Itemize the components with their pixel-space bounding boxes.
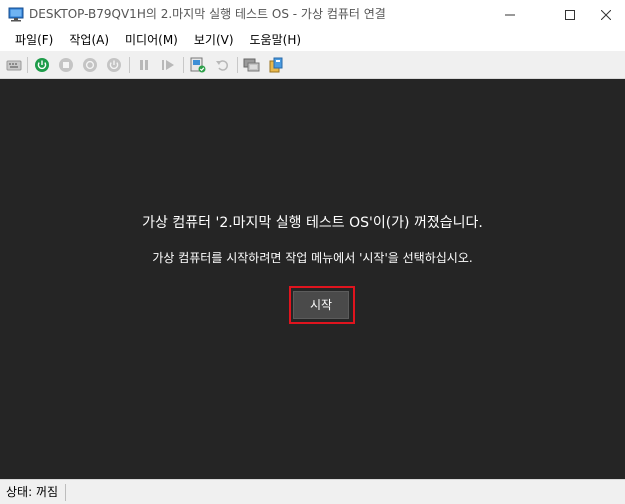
title-bar: DESKTOP-B79QV1H의 2.마지막 실행 테스트 OS - 가상 컴퓨… — [0, 0, 625, 29]
start-button[interactable]: 시작 — [293, 291, 349, 319]
menu-view[interactable]: 보기(V) — [186, 29, 242, 51]
close-button[interactable] — [586, 0, 625, 29]
minimize-button[interactable] — [487, 0, 533, 29]
power-on-icon[interactable] — [33, 56, 51, 74]
share-icon[interactable] — [267, 56, 285, 74]
status-bar: 상태: 꺼짐 — [0, 479, 625, 504]
menu-file[interactable]: 파일(F) — [7, 29, 61, 51]
vm-connection-icon — [8, 7, 24, 22]
vm-display-area[interactable]: 가상 컴퓨터 '2.마지막 실행 테스트 OS'이(가) 꺼졌습니다. 가상 컴… — [0, 79, 625, 479]
vm-start-instruction: 가상 컴퓨터를 시작하려면 작업 메뉴에서 '시작'을 선택하십시오. — [152, 251, 473, 265]
ctrl-alt-del-icon[interactable] — [5, 56, 23, 74]
enhanced-session-icon[interactable] — [243, 56, 261, 74]
menu-bar: 파일(F) 작업(A) 미디어(M) 보기(V) 도움말(H) — [0, 29, 625, 51]
vm-off-message: 가상 컴퓨터 '2.마지막 실행 테스트 OS'이(가) 꺼졌습니다. — [142, 215, 483, 231]
menu-media[interactable]: 미디어(M) — [117, 29, 186, 51]
power-off-icon[interactable] — [105, 56, 123, 74]
toolbar — [0, 51, 625, 79]
resume-icon[interactable] — [159, 56, 177, 74]
status-text: 상태: 꺼짐 — [6, 485, 59, 499]
stop-icon[interactable] — [57, 56, 75, 74]
menu-action[interactable]: 작업(A) — [61, 29, 117, 51]
menu-help[interactable]: 도움말(H) — [242, 29, 310, 51]
revert-icon[interactable] — [213, 56, 231, 74]
shutdown-icon[interactable] — [81, 56, 99, 74]
checkpoint-icon[interactable] — [189, 56, 207, 74]
window-title: DESKTOP-B79QV1H의 2.마지막 실행 테스트 OS - 가상 컴퓨… — [29, 7, 386, 21]
status-divider — [65, 484, 66, 501]
pause-icon[interactable] — [135, 56, 153, 74]
